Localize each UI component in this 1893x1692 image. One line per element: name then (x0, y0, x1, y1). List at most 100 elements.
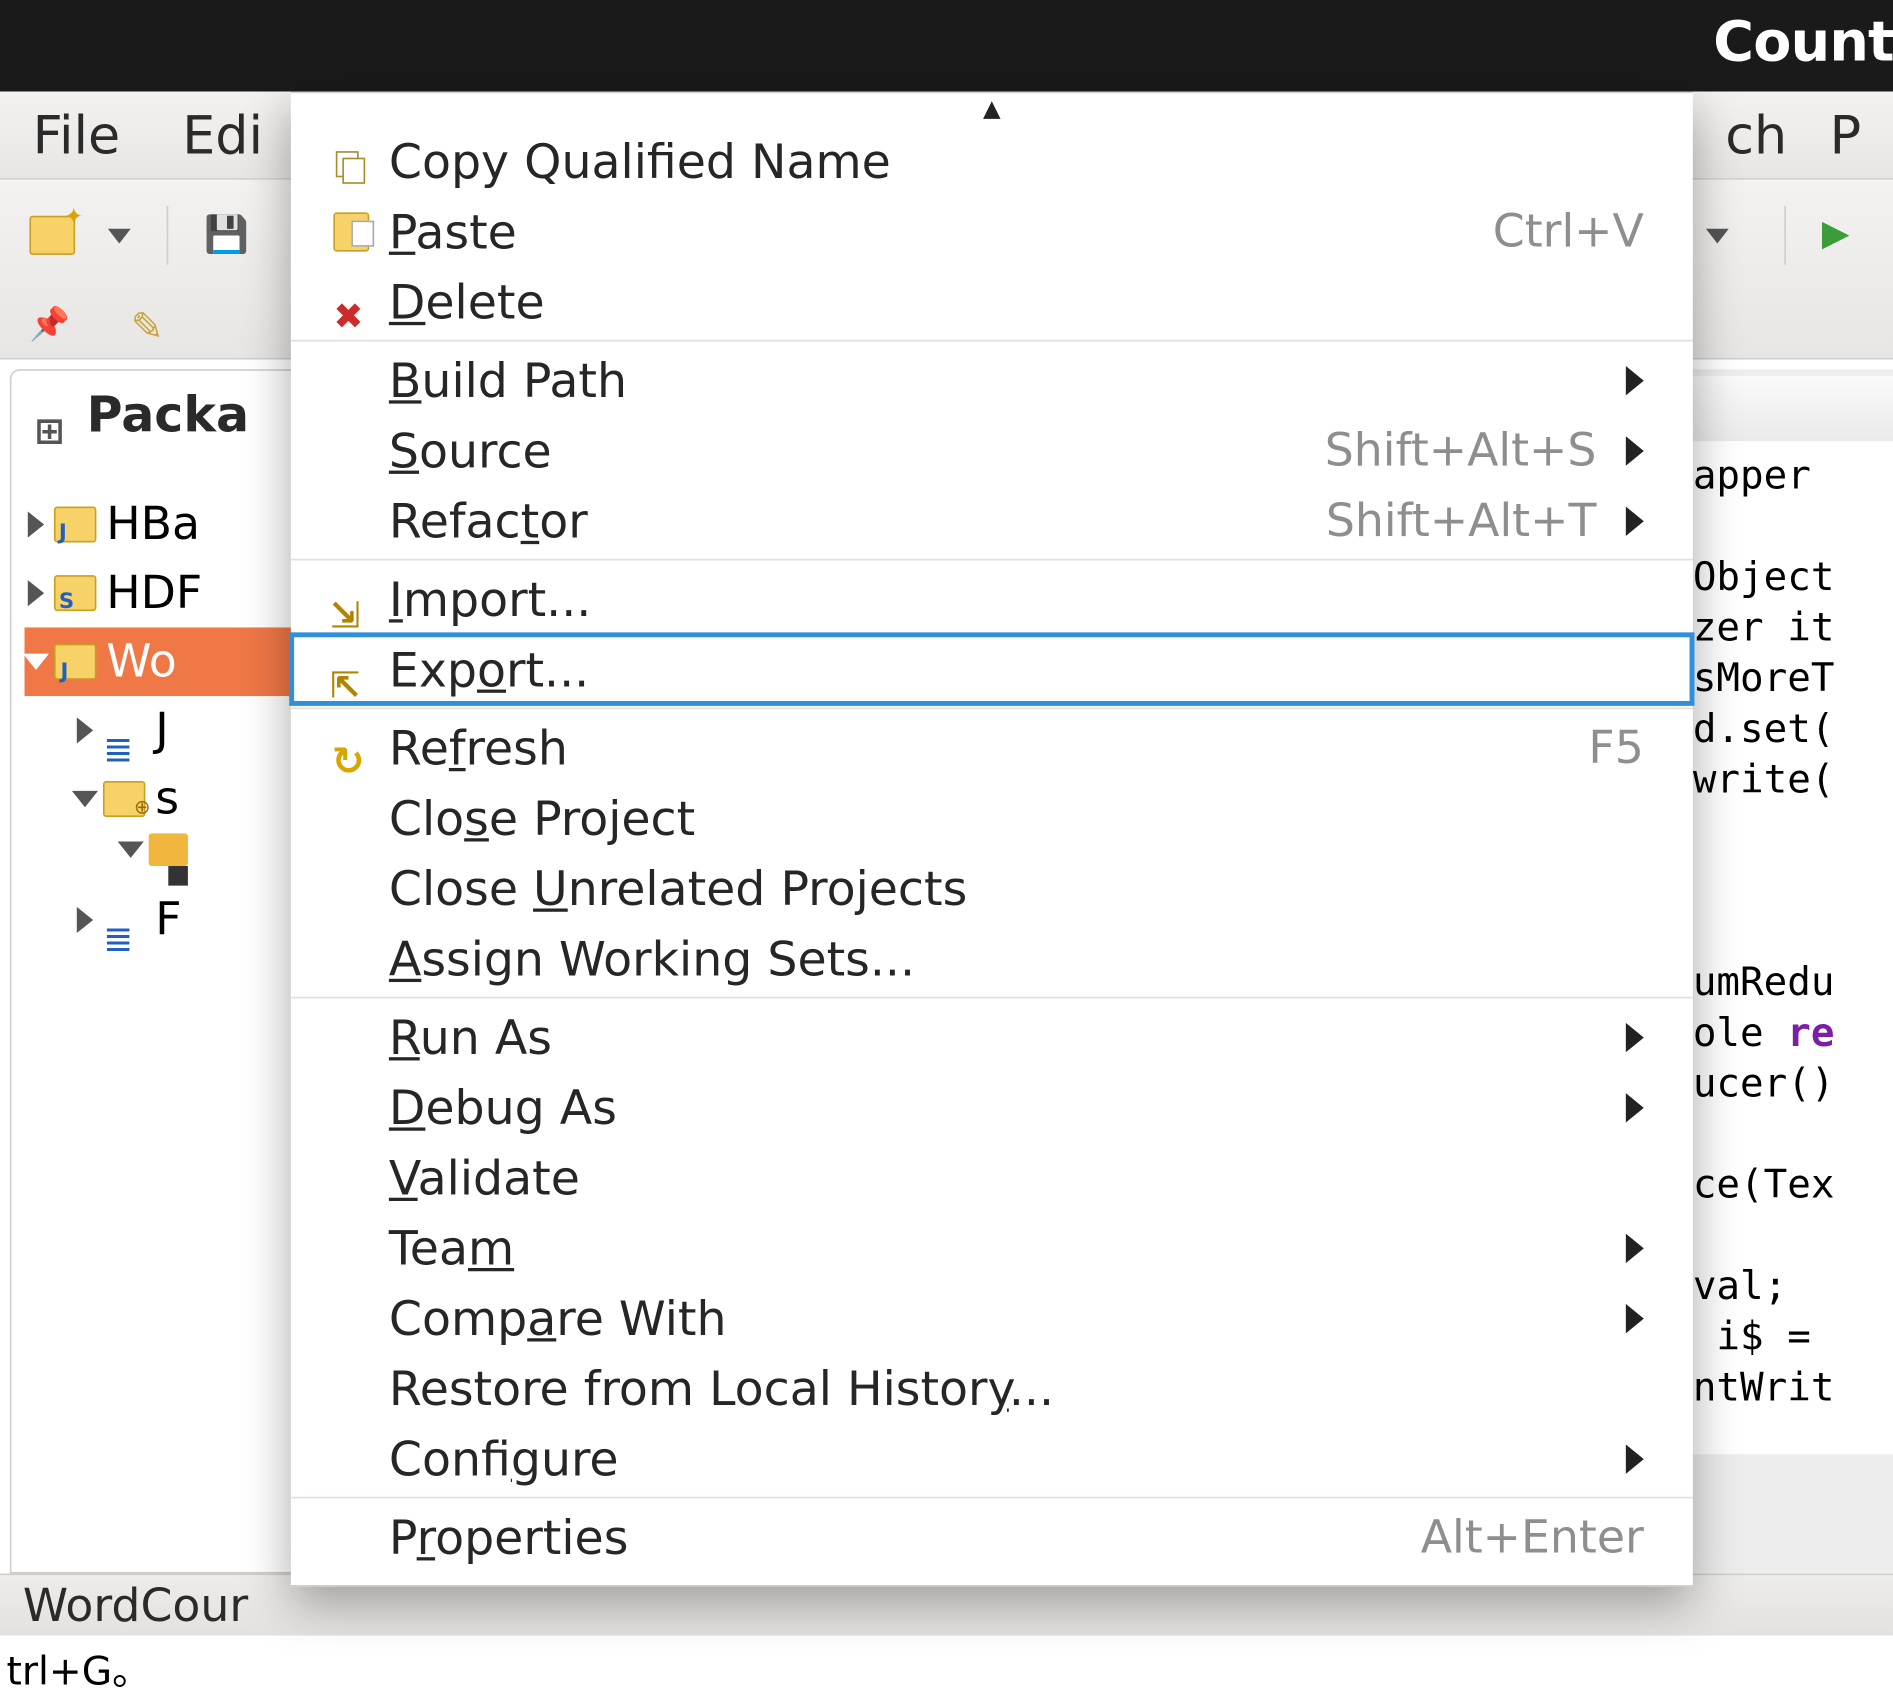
submenu-arrow-icon (1626, 1092, 1644, 1121)
expand-icon[interactable] (118, 842, 144, 858)
menu-configure[interactable]: Configure (291, 1423, 1693, 1493)
separator (167, 206, 169, 265)
shortcut: Shift+Alt+T (1326, 493, 1597, 547)
menu-import[interactable]: Import... (291, 564, 1693, 634)
run-icon[interactable] (1822, 214, 1864, 256)
java-project-icon (54, 575, 96, 611)
tree-item-src[interactable]: s (25, 765, 303, 834)
tree-label: HDF (106, 559, 202, 628)
menu-label: Properties (389, 1509, 629, 1565)
class-file-icon (168, 866, 188, 886)
tree-item-class[interactable] (25, 866, 303, 886)
status-text: WordCour (23, 1578, 248, 1632)
menu-refactor[interactable]: Refactor Shift+Alt+T (291, 485, 1693, 555)
menu-separator (291, 340, 1693, 342)
menu-label: Export... (389, 641, 589, 697)
menu-search-suffix[interactable]: ch (1725, 104, 1787, 166)
menu-validate[interactable]: Validate (291, 1142, 1693, 1212)
shortcut: Shift+Alt+S (1325, 423, 1597, 477)
context-menu: Copy Qualified Name Paste Ctrl+V Delete … (291, 92, 1693, 1587)
menu-separator (291, 559, 1693, 561)
package-explorer-tab[interactable]: Packa (11, 371, 302, 467)
submenu-arrow-icon (1626, 1444, 1644, 1473)
import-icon (330, 583, 372, 616)
tree-item-referenced[interactable]: F (25, 886, 303, 955)
menu-label: Refresh (389, 720, 568, 776)
tree-label: J (155, 696, 169, 765)
menu-close-project[interactable]: Close Project (291, 783, 1693, 853)
tree-label: F (155, 886, 181, 955)
tree-item-hbase[interactable]: HBa (25, 490, 303, 559)
dropdown-icon[interactable] (1706, 228, 1729, 243)
menu-compare-with[interactable]: Compare With (291, 1283, 1693, 1353)
submenu-arrow-icon (1626, 435, 1644, 464)
brush-icon[interactable] (131, 304, 170, 343)
menu-assign-working-sets[interactable]: Assign Working Sets... (291, 923, 1693, 993)
menu-label: Close Unrelated Projects (389, 860, 967, 916)
menu-restore-history[interactable]: Restore from Local History... (291, 1353, 1693, 1423)
menu-label: Team (389, 1220, 514, 1276)
menu-label: Debug As (389, 1079, 617, 1135)
menu-run-as[interactable]: Run As (291, 1002, 1693, 1072)
paste-icon (333, 212, 369, 251)
window-title: Count (1713, 10, 1893, 75)
submenu-arrow-icon (1626, 506, 1644, 535)
package-explorer-panel: Packa HBa HDF Wo (10, 369, 304, 1573)
expand-icon[interactable] (28, 511, 44, 537)
footer-text: trl+G。 (0, 1636, 1893, 1692)
library-icon (103, 712, 145, 748)
expand-icon[interactable] (28, 580, 44, 606)
menu-label: Assign Working Sets... (389, 931, 915, 987)
tree-item-package[interactable] (25, 833, 303, 866)
menu-label: Paste (389, 203, 517, 259)
menu-debug-as[interactable]: Debug As (291, 1072, 1693, 1142)
menu-label: Run As (389, 1009, 552, 1065)
java-project-icon (54, 507, 96, 543)
dropdown-icon[interactable] (108, 228, 131, 243)
menu-export[interactable]: Export... (291, 634, 1693, 704)
expand-icon[interactable] (23, 654, 49, 670)
tree-item-wordcount[interactable]: Wo (25, 627, 303, 696)
separator (1784, 206, 1786, 265)
menu-p-suffix[interactable]: P (1830, 104, 1862, 166)
source-folder-icon (103, 781, 145, 817)
shortcut: Alt+Enter (1421, 1510, 1644, 1564)
shortcut: F5 (1588, 721, 1643, 775)
menu-copy-qualified-name[interactable]: Copy Qualified Name (291, 126, 1693, 196)
menu-label: Copy Qualified Name (389, 133, 891, 189)
expand-icon[interactable] (72, 791, 98, 807)
menu-separator (291, 1497, 1693, 1499)
menu-properties[interactable]: Properties Alt+Enter (291, 1502, 1693, 1572)
menu-label: Restore from Local History... (389, 1360, 1054, 1416)
package-icon (149, 833, 188, 866)
menu-file[interactable]: File (33, 104, 120, 166)
menu-label: Import... (389, 571, 591, 627)
expand-icon[interactable] (77, 717, 93, 743)
menu-separator (291, 997, 1693, 999)
tree-item-hdfs[interactable]: HDF (25, 559, 303, 628)
delete-icon (333, 283, 369, 319)
copy-icon (332, 141, 371, 180)
tree-label: Wo (106, 627, 177, 696)
window-titlebar: Count (0, 0, 1893, 92)
tree-label: HBa (106, 490, 200, 559)
menu-paste[interactable]: Paste Ctrl+V (291, 196, 1693, 266)
menu-delete[interactable]: Delete (291, 266, 1693, 336)
code-editor[interactable]: apper Object zer it sMoreT d.set( write(… (1681, 441, 1893, 1454)
new-button-icon[interactable] (29, 216, 75, 255)
menu-close-unrelated[interactable]: Close Unrelated Projects (291, 853, 1693, 923)
expand-icon[interactable] (77, 907, 93, 933)
pin-icon[interactable] (29, 304, 68, 343)
panel-title: Packa (87, 387, 249, 444)
save-icon[interactable] (204, 216, 243, 255)
menu-source[interactable]: Source Shift+Alt+S (291, 415, 1693, 485)
project-tree: HBa HDF Wo J (11, 467, 302, 954)
library-icon (103, 902, 145, 938)
menu-edit[interactable]: Edi (182, 104, 263, 166)
menu-build-path[interactable]: Build Path (291, 345, 1693, 415)
menu-team[interactable]: Team (291, 1212, 1693, 1282)
menu-label: Close Project (389, 790, 695, 846)
menu-refresh[interactable]: Refresh F5 (291, 712, 1693, 782)
java-project-icon (54, 644, 96, 680)
menu-scroll-up-icon[interactable] (291, 93, 1693, 126)
